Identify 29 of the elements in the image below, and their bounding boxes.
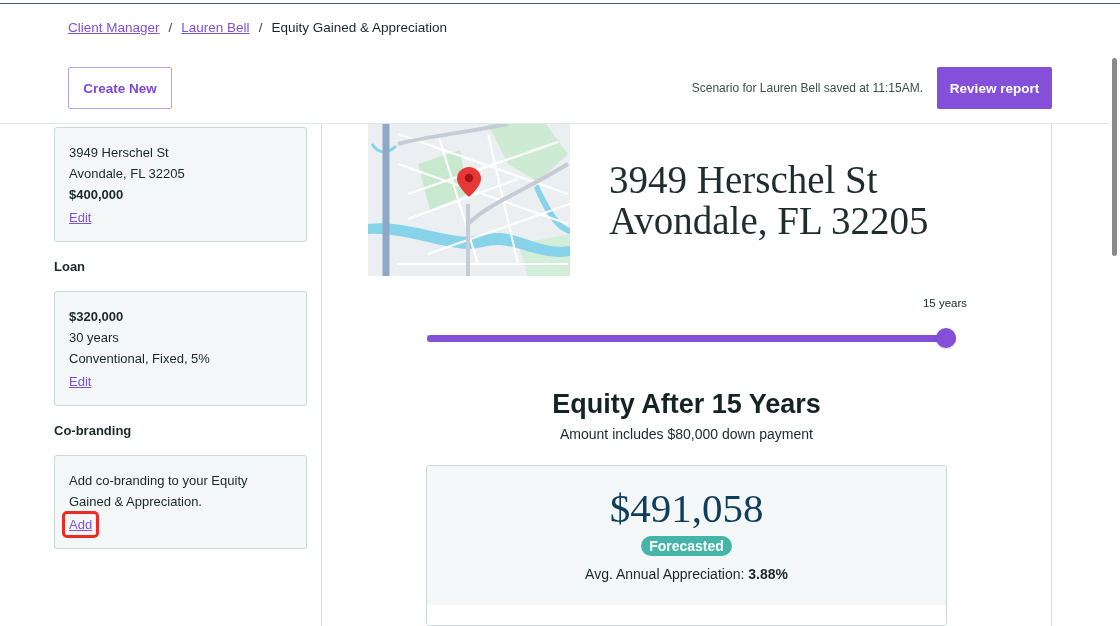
card-text: 3949 Herschel St — [69, 144, 170, 162]
breadcrumb-separator: / — [258, 19, 263, 37]
card-text: Conventional, Fixed, 5% — [69, 350, 211, 368]
edit-link[interactable]: Edit — [69, 374, 92, 389]
appreciation-text: Avg. Annual Appreciation: 3.88% — [585, 565, 788, 583]
scrollbar[interactable] — [1112, 58, 1117, 256]
card-text: $320,000 — [69, 308, 125, 326]
address-heading: 3949 Herschel St Avondale, FL 32205 — [609, 159, 929, 241]
card-text: 30 years — [69, 329, 120, 347]
edit-link[interactable]: Edit — [69, 210, 92, 225]
equity-subtitle: Amount includes $80,000 down payment — [560, 425, 813, 443]
equity-amount: $491,058 — [609, 485, 764, 531]
add-link[interactable]: Add — [69, 517, 93, 532]
forecasted-badge: Forecasted — [641, 536, 732, 556]
section-heading: Co-branding — [54, 422, 133, 439]
map-pin-icon — [457, 167, 481, 197]
card-text: Avondale, FL 32205 — [69, 165, 186, 183]
save-status-text: Scenario for Lauren Bell saved at 11:15AM. — [691, 81, 923, 95]
breadcrumb-link[interactable]: Client Manager — [68, 18, 160, 38]
card-text: $400,000 — [69, 186, 125, 204]
section-heading: Loan — [54, 258, 87, 275]
review-report-button[interactable]: Review report — [937, 67, 1052, 109]
breadcrumb-separator: / — [168, 19, 173, 37]
create-new-button[interactable]: Create New — [68, 67, 172, 109]
breadcrumb-current: Equity Gained & Appreciation — [271, 19, 447, 37]
slider-value-label: 15 years — [922, 296, 967, 311]
breadcrumb-link[interactable]: Lauren Bell — [181, 18, 250, 38]
equity-title: Equity After 15 Years — [552, 388, 821, 420]
card-text: Add co-branding to your Equity Gained & Appreciation. — [69, 472, 249, 511]
